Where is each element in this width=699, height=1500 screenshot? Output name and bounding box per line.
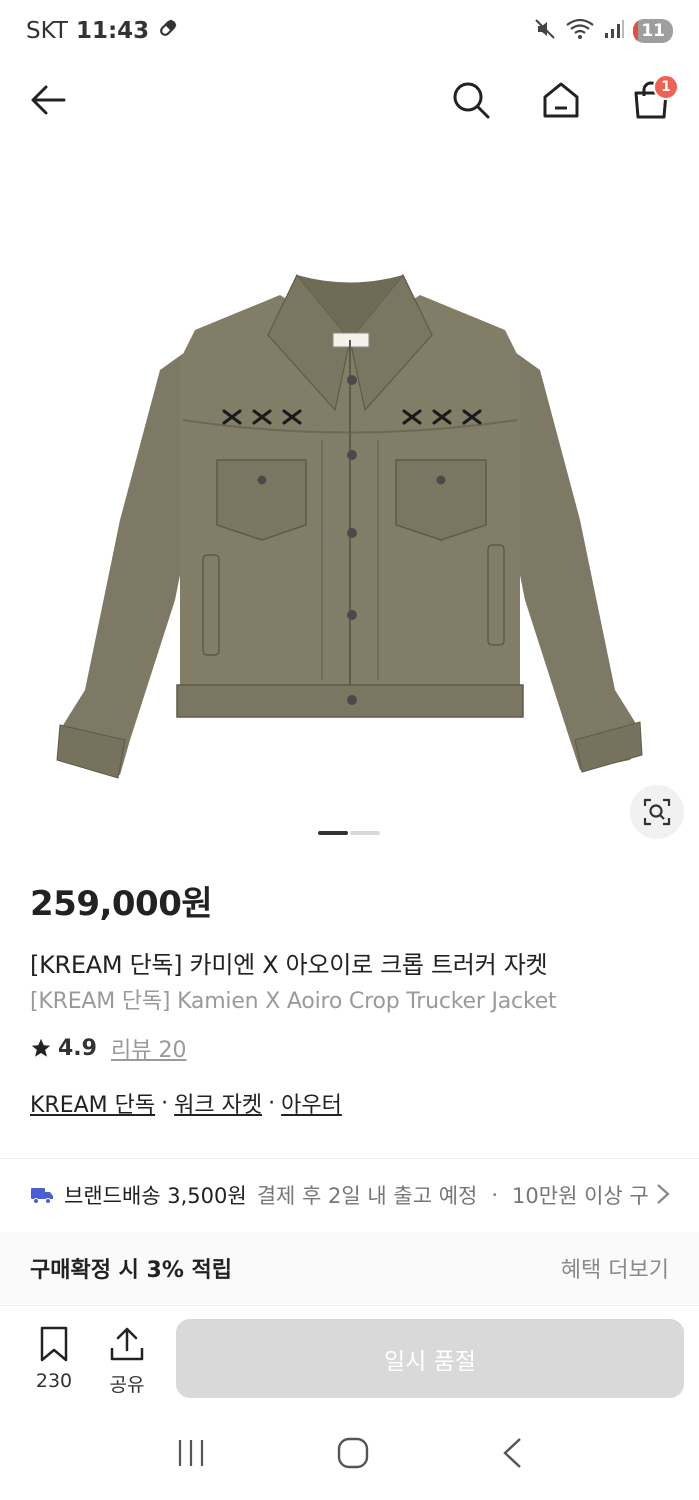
pager-dot-active xyxy=(318,831,348,835)
product-price: 259,000원 xyxy=(30,884,213,924)
bookmark-count: 230 xyxy=(35,1370,73,1392)
point-benefit: 구매확정 시 3% 적립 xyxy=(30,1258,233,1283)
system-navigation-bar xyxy=(0,1410,699,1500)
benefit-row: 구매확정 시 3% 적립 혜택 더보기 xyxy=(0,1232,699,1304)
chevron-left-icon xyxy=(503,1438,521,1468)
review-link[interactable]: 리뷰 20 xyxy=(111,1032,186,1064)
product-image-carousel[interactable] xyxy=(0,180,699,800)
truck-icon xyxy=(31,1188,53,1204)
divider xyxy=(0,1158,699,1159)
status-bar: SKT 11:43 11 xyxy=(0,0,699,62)
arrow-left-icon xyxy=(31,85,66,115)
shipping-info-row[interactable]: 브랜드배송 3,500원 결제 후 2일 내 출고 예정 · 10만원 이상 구 xyxy=(0,1160,699,1230)
star-icon xyxy=(31,1038,51,1057)
back-nav-button[interactable] xyxy=(500,1436,524,1474)
rating-score: 4.9 xyxy=(58,1035,97,1061)
tag-link[interactable]: 워크 자켓 xyxy=(174,1087,262,1119)
image-search-button[interactable] xyxy=(630,785,684,839)
share-button[interactable]: 공유 xyxy=(97,1326,157,1397)
jacket-image xyxy=(56,273,643,779)
shipping-fee: 브랜드배송 3,500원 xyxy=(64,1184,247,1208)
home-circle-icon xyxy=(338,1437,369,1469)
benefit-more-link[interactable]: 혜택 더보기 xyxy=(561,1252,669,1284)
home-nav-button[interactable] xyxy=(336,1436,370,1474)
chevron-right-icon xyxy=(651,1182,671,1211)
carrier-label: SKT xyxy=(26,18,68,44)
rating-row: 4.9 리뷰 20 xyxy=(30,1032,186,1064)
app-bar: 1 xyxy=(0,62,699,138)
signal-icon xyxy=(603,18,625,44)
product-title-ko: [KREAM 단독] 카미엔 X 아오이로 크롭 트러커 자켓 xyxy=(30,951,548,979)
share-label: 공유 xyxy=(109,1374,145,1396)
sold-out-button[interactable]: 일시 품절 xyxy=(176,1319,684,1398)
category-tags: KREAM 단독 · 워크 자켓 · 아우터 xyxy=(30,1087,342,1119)
pager-dot xyxy=(350,831,380,835)
cart-count-badge: 1 xyxy=(653,74,679,100)
wifi-icon xyxy=(565,17,595,45)
home-icon xyxy=(543,82,579,118)
battery-indicator: 11 xyxy=(633,19,673,43)
home-button[interactable] xyxy=(535,74,587,126)
tag-separator: · xyxy=(268,1090,276,1116)
clock: 11:43 xyxy=(75,18,150,44)
shipping-separator: · xyxy=(491,1183,499,1207)
bottom-action-bar: 230 공유 일시 품절 xyxy=(0,1305,699,1410)
mute-icon xyxy=(533,17,557,45)
search-button[interactable] xyxy=(445,74,497,126)
product-title-en: [KREAM 단독] Kamien X Aoiro Crop Trucker J… xyxy=(30,989,557,1014)
share-icon xyxy=(110,1327,144,1361)
back-button[interactable] xyxy=(22,74,74,126)
image-pager xyxy=(318,831,380,835)
pill-icon xyxy=(157,17,179,45)
tag-separator: · xyxy=(161,1090,169,1116)
bookmark-button[interactable]: 230 xyxy=(24,1326,84,1392)
tag-link[interactable]: 아우터 xyxy=(281,1087,342,1119)
lens-search-icon xyxy=(643,798,671,826)
recent-apps-button[interactable] xyxy=(175,1437,207,1473)
search-icon xyxy=(453,82,490,119)
shipping-note: 10만원 이상 구 xyxy=(512,1184,649,1208)
tag-link[interactable]: KREAM 단독 xyxy=(30,1087,155,1119)
shipping-schedule: 결제 후 2일 내 출고 예정 xyxy=(256,1184,478,1208)
cart-button[interactable]: 1 xyxy=(625,74,679,126)
recent-apps-icon xyxy=(178,1440,203,1466)
bookmark-icon xyxy=(40,1326,68,1362)
